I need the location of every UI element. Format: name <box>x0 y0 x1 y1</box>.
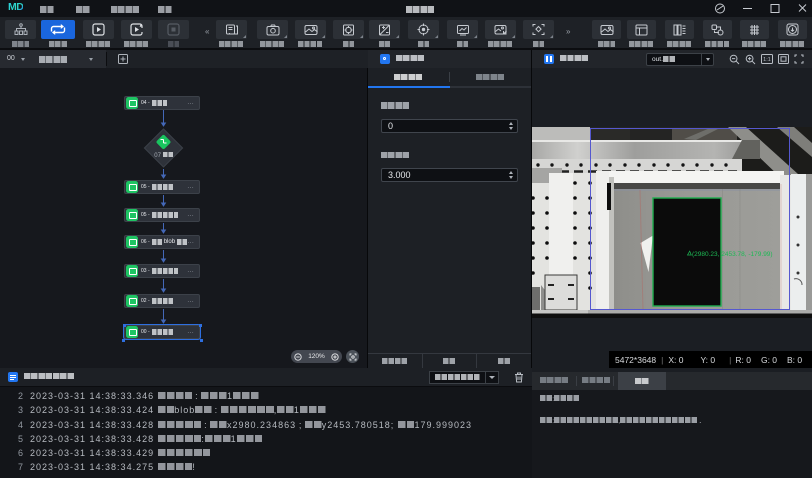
svg-text:(2980.23, 2453.78, -179.99): (2980.23, 2453.78, -179.99) <box>692 251 773 258</box>
svg-text:1:1: 1:1 <box>763 57 771 63</box>
